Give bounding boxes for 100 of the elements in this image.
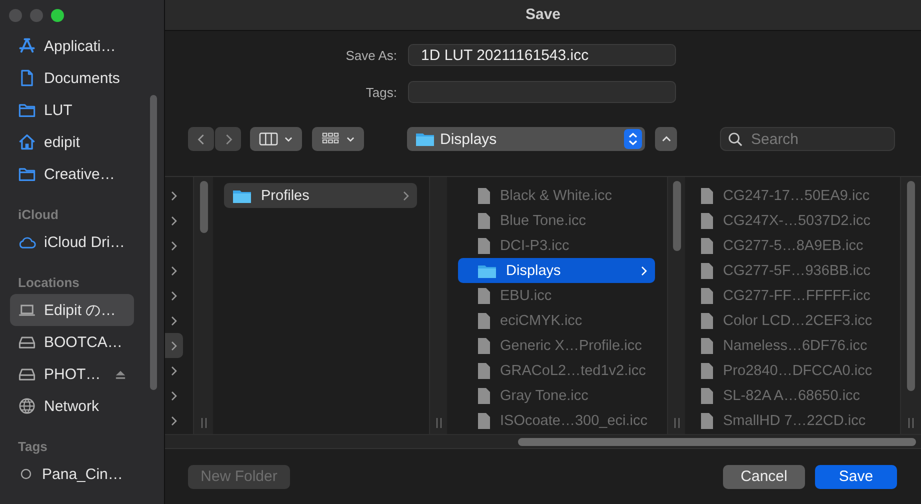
file-row[interactable]: EBU.icc: [458, 283, 655, 308]
scrollbar-thumb[interactable]: [150, 95, 157, 390]
sidebar-label: Creative…: [44, 166, 115, 182]
window-title: Save: [165, 0, 921, 31]
file-row[interactable]: SmallHD 7…22CD.icc: [693, 408, 888, 433]
save-as-label: Save As:: [344, 48, 397, 62]
file-name: SmallHD 7…22CD.icc: [723, 412, 867, 428]
document-icon: [478, 288, 490, 304]
sidebar-label: Pana_Cin…: [42, 466, 123, 482]
sidebar-item[interactable]: edipit: [10, 126, 134, 158]
back-button[interactable]: [188, 127, 214, 151]
app-store-icon: [18, 37, 36, 55]
sidebar-item[interactable]: PHOT…: [10, 358, 134, 390]
chevron-icon: [171, 266, 177, 276]
resize-handle-icon[interactable]: [200, 418, 208, 428]
sidebar-item[interactable]: iCloud Dri…: [10, 226, 134, 258]
document-icon: [478, 312, 490, 328]
save-as-field[interactable]: 1D LUT 20211161543.icc: [408, 44, 676, 66]
file-row[interactable]: Blue Tone.icc: [458, 208, 655, 233]
file-row[interactable]: Nameless…6DF76.icc: [693, 333, 888, 358]
cancel-button[interactable]: Cancel: [723, 464, 805, 488]
sidebar-item[interactable]: Documents: [10, 62, 134, 94]
scrollbar-thumb[interactable]: [907, 181, 915, 391]
file-name: CG247-17…50EA9.icc: [723, 188, 871, 204]
sidebar-item[interactable]: LUT: [10, 94, 134, 126]
document-icon: [478, 362, 490, 378]
resize-handle-icon[interactable]: [672, 418, 680, 428]
up-button[interactable]: [655, 127, 677, 151]
location-popup[interactable]: Displays: [407, 127, 645, 151]
document-icon: [701, 262, 713, 278]
file-row[interactable]: Color LCD…2CEF3.icc: [693, 308, 888, 333]
file-row[interactable]: ISOcoate…300_eci.icc: [458, 408, 655, 433]
file-row[interactable]: Gray Tone.icc: [458, 383, 655, 408]
sidebar-item[interactable]: Network: [10, 390, 134, 422]
group-button[interactable]: [312, 127, 364, 151]
file-name: Generic X…Profile.icc: [500, 338, 643, 354]
file-row[interactable]: CG277-5…8A9EB.icc: [693, 233, 888, 258]
view-mode-button[interactable]: [250, 127, 302, 151]
file-row[interactable]: CG247X-…5037D2.icc: [693, 208, 888, 233]
home-icon: [18, 133, 36, 151]
folder-icon: [478, 264, 496, 278]
file-name: Gray Tone.icc: [500, 388, 590, 404]
forward-button[interactable]: [215, 127, 241, 151]
chevron-icon: [171, 390, 177, 400]
file-row[interactable]: Black & White.icc: [458, 183, 655, 208]
file-row[interactable]: CG277-FF…FFFFF.icc: [693, 283, 888, 308]
document-icon: [701, 388, 713, 404]
document-icon: [701, 338, 713, 354]
file-name: CG277-FF…FFFFF.icc: [723, 288, 872, 304]
scrollbar-thumb[interactable]: [200, 181, 208, 233]
tags-field[interactable]: [408, 81, 676, 103]
scrollbar-thumb[interactable]: [518, 438, 916, 446]
document-icon: [478, 188, 490, 204]
zoom-button[interactable]: [51, 8, 64, 22]
search-icon: [728, 132, 743, 147]
file-row[interactable]: SL-82A A…68650.icc: [693, 383, 888, 408]
file-name: DCI-P3.icc: [500, 238, 570, 254]
file-name: SL-82A A…68650.icc: [723, 388, 862, 404]
file-name: CG277-5…8A9EB.icc: [723, 238, 864, 254]
eject-icon[interactable]: [114, 368, 126, 380]
sidebar-item[interactable]: BOOTCA…: [10, 326, 134, 358]
back-icon: [196, 132, 206, 146]
section-header: Locations: [17, 274, 80, 292]
file-row[interactable]: eciCMYK.icc: [458, 308, 655, 333]
caret-icon: [346, 136, 355, 142]
document-icon: [478, 338, 490, 354]
stepper-icon: [624, 129, 642, 149]
forward-icon: [224, 132, 232, 146]
file-row[interactable]: CG277-5F…936BB.icc: [693, 258, 888, 283]
tag-dot-icon: [18, 466, 34, 482]
document-icon: [478, 412, 490, 428]
resize-handle-icon[interactable]: [434, 418, 442, 428]
caret-icon: [284, 136, 293, 142]
column-row[interactable]: [165, 333, 183, 358]
file-name: Blue Tone.icc: [500, 212, 587, 228]
document-icon: [478, 388, 490, 404]
sidebar-item[interactable]: Pana_Cin…: [10, 458, 134, 490]
file-row[interactable]: Generic X…Profile.icc: [458, 333, 655, 358]
file-row[interactable]: GRACoL2…ted1v2.icc: [458, 358, 655, 383]
section-header: iCloud: [17, 206, 60, 224]
save-button[interactable]: Save: [815, 464, 897, 488]
sidebar-item[interactable]: Edipit の…: [10, 294, 134, 326]
file-row[interactable]: Pro2840…DFCCA0.icc: [693, 358, 888, 383]
file-name: Color LCD…2CEF3.icc: [723, 312, 874, 328]
resize-handle-icon[interactable]: [907, 418, 915, 428]
search-field[interactable]: Search: [720, 127, 895, 151]
file-row[interactable]: DCI-P3.icc: [458, 233, 655, 258]
document-icon: [701, 362, 713, 378]
file-row[interactable]: CG247-17…50EA9.icc: [693, 183, 888, 208]
sidebar-item[interactable]: Applicati…: [10, 30, 134, 62]
globe-icon: [18, 397, 36, 415]
sidebar-item[interactable]: Creative…: [10, 158, 134, 190]
folder-icon: [233, 188, 251, 202]
sidebar-label: iCloud Dri…: [44, 234, 125, 250]
document-icon: [701, 238, 713, 254]
file-name: Black & White.icc: [500, 188, 613, 204]
folder-row[interactable]: Displays: [458, 258, 655, 283]
folder-row[interactable]: Profiles: [224, 183, 417, 208]
grid-icon: [321, 132, 340, 146]
scrollbar-thumb[interactable]: [672, 181, 680, 251]
